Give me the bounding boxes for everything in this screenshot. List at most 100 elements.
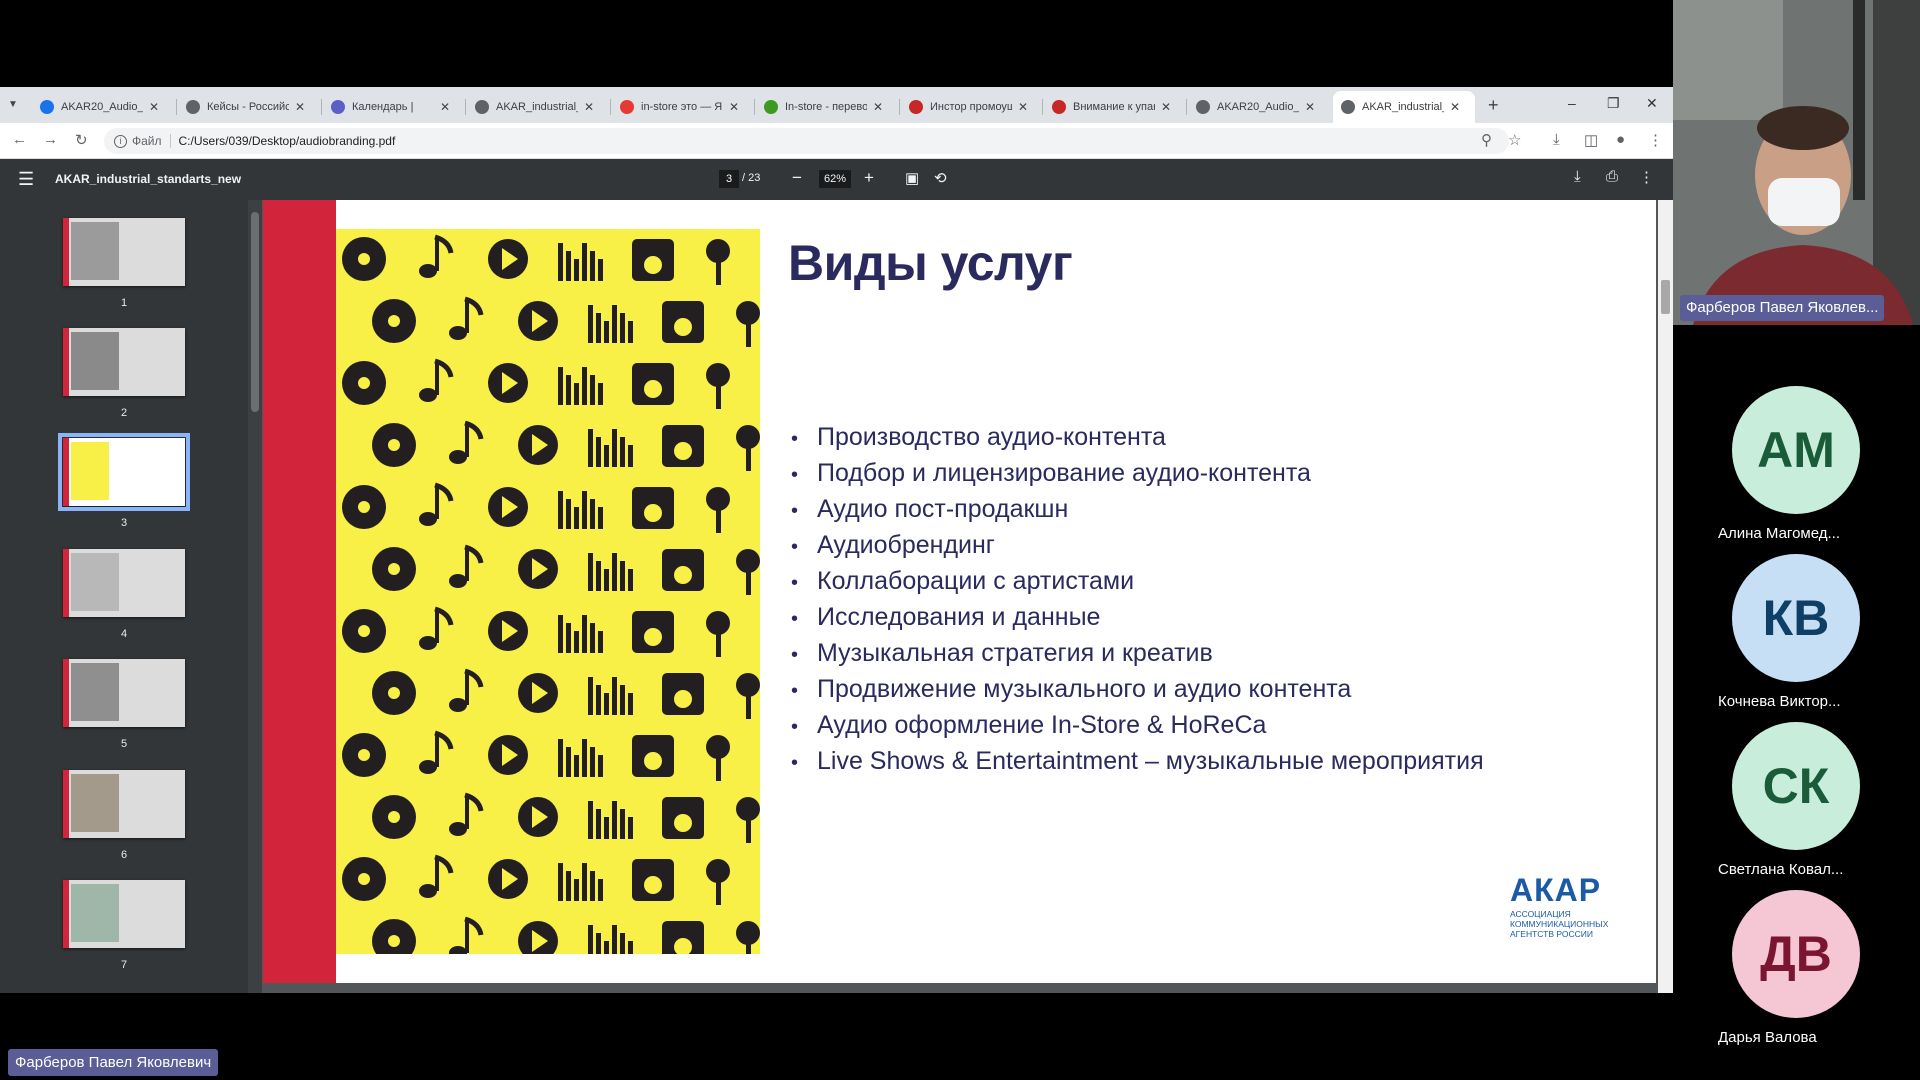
pdf-download-icon[interactable]: ⤓	[1574, 168, 1581, 185]
participant-tile[interactable]: СК Светлана Ковал...	[1718, 722, 1898, 878]
browser-menu-icon[interactable]: ⋮	[1648, 131, 1663, 149]
bookmark-star-icon[interactable]: ☆	[1508, 131, 1521, 149]
equalizer-bar-icon	[604, 445, 609, 467]
download-icon[interactable]: ⤓	[1553, 131, 1560, 148]
pdf-toolbar: ☰ AKAR_industrial_standarts_new 3 / 23 −…	[0, 159, 1673, 200]
tab-close-icon[interactable]: ✕	[584, 100, 594, 114]
browser-tab[interactable]: Кейсы - Российск ✕	[178, 91, 320, 123]
record-center-icon	[358, 253, 370, 265]
tab-search-chevron-icon[interactable]: ▼	[8, 99, 18, 110]
sidebar-scroll-thumb[interactable]	[251, 212, 259, 412]
browser-tab[interactable]: AKAR_industrial_ ✕	[467, 91, 609, 123]
service-item: Музыкальная стратегия и креатив	[791, 636, 1484, 672]
zoom-out-icon[interactable]: −	[792, 168, 802, 188]
participant-tile[interactable]: ДВ Дарья Валова	[1718, 890, 1898, 1046]
music-note-stem-icon	[465, 423, 469, 457]
tab-close-icon[interactable]: ✕	[440, 100, 450, 114]
browser-tab[interactable]: AKAR_industrial_s ✕	[1333, 91, 1475, 123]
equalizer-bar-icon	[620, 933, 625, 954]
page-thumbnail[interactable]: 6	[58, 770, 190, 861]
back-icon[interactable]: ←	[12, 131, 27, 148]
tab-close-icon[interactable]: ✕	[873, 100, 883, 114]
microphone-handle-icon	[746, 445, 751, 471]
music-note-stem-icon	[435, 733, 439, 767]
tab-close-icon[interactable]: ✕	[295, 100, 305, 114]
print-icon[interactable]: ⎙	[1606, 168, 1618, 185]
main-scroll-thumb[interactable]	[1661, 280, 1670, 314]
page-thumbnail[interactable]: 2	[58, 328, 190, 419]
sidebar-scrollbar[interactable]	[248, 200, 262, 993]
music-note-icon	[449, 946, 467, 954]
file-chip[interactable]: Файл	[132, 134, 162, 148]
forward-icon[interactable]: →	[43, 131, 58, 148]
tab-label: Внимание к упак	[1073, 101, 1155, 113]
close-window-icon[interactable]: ✕	[1646, 95, 1658, 112]
browser-window: ▼ AKAR20_Audio_D ✕ Кейсы - Российск ✕ Календ…	[0, 87, 1673, 993]
zoom-input[interactable]: 62%	[819, 170, 851, 188]
url-text[interactable]: C:/Users/039/Desktop/audiobranding.pdf	[179, 134, 396, 148]
browser-tab[interactable]: AKAR20_Audio_D ✕	[32, 91, 174, 123]
page-thumbnail[interactable]: 4	[58, 549, 190, 640]
minimize-icon[interactable]: –	[1568, 95, 1576, 111]
rotate-icon[interactable]: ⟲	[934, 169, 947, 187]
browser-tab[interactable]: Инстор промоуш ✕	[901, 91, 1043, 123]
page-thumbnail[interactable]: 7	[58, 880, 190, 971]
equalizer-bar-icon	[598, 631, 603, 653]
equalizer-bar-icon	[628, 321, 633, 343]
thumbnail-page-number: 3	[120, 517, 128, 529]
record-center-icon	[358, 873, 370, 885]
equalizer-bar-icon	[588, 553, 593, 591]
equalizer-bar-icon	[574, 879, 579, 901]
browser-tab[interactable]: In-store - перевод ✕	[756, 91, 898, 123]
fit-page-icon[interactable]: ▣	[905, 169, 919, 187]
profile-icon[interactable]: ●	[1616, 131, 1625, 148]
tab-close-icon[interactable]: ✕	[1018, 100, 1028, 114]
akar-subtitle-line: Коммуникационных	[1510, 919, 1609, 929]
record-center-icon	[358, 377, 370, 389]
equalizer-bar-icon	[588, 305, 593, 343]
hamburger-menu-icon[interactable]: ☰	[18, 169, 34, 190]
thumbnail-art	[71, 884, 119, 942]
zoom-in-icon[interactable]: +	[864, 168, 874, 188]
speaker-cone-icon	[644, 876, 662, 894]
avatar: СК	[1732, 722, 1860, 850]
browser-tab[interactable]: Внимание к упак ✕	[1044, 91, 1186, 123]
side-panel-icon[interactable]: ◫	[1584, 131, 1598, 149]
tab-close-icon[interactable]: ✕	[1450, 100, 1460, 114]
equalizer-bar-icon	[582, 491, 587, 529]
browser-tab[interactable]: AKAR20_Audio_D ✕	[1188, 91, 1330, 123]
browser-tab[interactable]: Календарь | ✕	[323, 91, 465, 123]
page-thumbnail[interactable]: 1	[58, 218, 190, 309]
page-number-input[interactable]: 3	[719, 170, 739, 188]
equalizer-bar-icon	[590, 375, 595, 405]
service-item: Исследования и данные	[791, 600, 1484, 636]
info-icon[interactable]: i	[114, 134, 127, 148]
page-thumbnail[interactable]: 5	[58, 659, 190, 750]
tab-close-icon[interactable]: ✕	[1305, 100, 1315, 114]
page-thumbnail[interactable]: 3	[58, 433, 190, 529]
thumbnail-image	[63, 328, 185, 396]
main-scrollbar[interactable]	[1658, 200, 1673, 993]
pdf-more-icon[interactable]: ⋮	[1639, 168, 1654, 186]
new-tab-button[interactable]: +	[1488, 95, 1499, 116]
participant-name: Кочнева Виктор...	[1718, 693, 1841, 710]
participant-tile[interactable]: АМ Алина Магомед...	[1718, 386, 1898, 542]
equalizer-bar-icon	[596, 809, 601, 839]
equalizer-bar-icon	[596, 313, 601, 343]
browser-tab[interactable]: in-store это — Я ✕	[612, 91, 754, 123]
tab-close-icon[interactable]: ✕	[729, 100, 739, 114]
music-note-icon	[449, 450, 467, 464]
tab-close-icon[interactable]: ✕	[1161, 100, 1171, 114]
microphone-handle-icon	[716, 879, 721, 905]
zoom-icon[interactable]: ⚲	[1481, 131, 1492, 149]
tab-close-icon[interactable]: ✕	[149, 100, 159, 114]
restore-icon[interactable]: ❐	[1607, 95, 1620, 112]
microphone-handle-icon	[746, 941, 751, 954]
reload-icon[interactable]: ↻	[75, 131, 88, 149]
participant-tile[interactable]: КВ Кочнева Виктор...	[1718, 554, 1898, 710]
address-bar[interactable]: i Файл C:/Users/039/Desktop/audiobrandin…	[104, 128, 1509, 154]
yandex-icon	[620, 100, 634, 114]
music-note-icon	[419, 884, 437, 898]
speaker-cone-icon	[674, 814, 692, 832]
equalizer-bar-icon	[588, 677, 593, 715]
